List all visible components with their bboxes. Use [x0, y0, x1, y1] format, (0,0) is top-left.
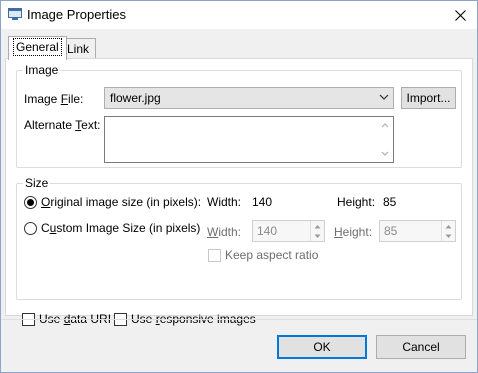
- import-button[interactable]: Import...: [401, 87, 456, 109]
- image-group-title: Image: [23, 63, 61, 77]
- scroll-up-button[interactable]: [378, 118, 392, 132]
- close-icon: [454, 9, 466, 21]
- keep-aspect-ratio-checkbox[interactable]: [208, 249, 221, 262]
- custom-height-value: 85: [384, 224, 398, 238]
- custom-size-radio[interactable]: [24, 222, 37, 235]
- general-tab-panel: Image Image File: flower.jpg Import... A…: [5, 58, 473, 326]
- tab-link-label: Link: [67, 42, 90, 56]
- original-size-label[interactable]: Original image size (in pixels):: [41, 195, 201, 209]
- image-group: Image Image File: flower.jpg Import... A…: [16, 63, 462, 168]
- image-properties-dialog: Image Properties General Link Image Imag…: [0, 0, 478, 373]
- close-button[interactable]: [443, 1, 477, 29]
- custom-width-label: Width:: [207, 225, 242, 239]
- custom-height-stepper[interactable]: 85: [379, 220, 456, 242]
- chevron-down-icon: [379, 94, 389, 100]
- tab-control: General Link Image Image File: flower.jp…: [1, 29, 477, 326]
- scroll-down-icon: [381, 151, 389, 156]
- app-window-icon: [8, 8, 22, 20]
- tab-general-label: General: [13, 38, 62, 56]
- custom-size-label[interactable]: Custom Image Size (in pixels): [41, 221, 200, 235]
- custom-width-stepper[interactable]: 140: [252, 220, 325, 242]
- image-file-combobox[interactable]: flower.jpg: [104, 87, 394, 109]
- spin-up-icon[interactable]: [311, 221, 324, 231]
- scroll-down-button[interactable]: [378, 147, 392, 161]
- title-bar[interactable]: Image Properties: [1, 1, 477, 29]
- import-button-label: Import...: [406, 91, 451, 105]
- original-height-value: 85: [383, 195, 397, 209]
- size-group: Size Original image size (in pixels): Wi…: [16, 176, 462, 300]
- ok-button[interactable]: OK: [277, 335, 367, 359]
- custom-width-spin-buttons[interactable]: [310, 221, 324, 241]
- custom-width-value: 140: [257, 224, 278, 238]
- original-width-value: 140: [252, 195, 273, 209]
- size-group-title: Size: [23, 176, 51, 190]
- spin-up-icon[interactable]: [442, 221, 455, 231]
- footer-divider: [1, 319, 477, 320]
- original-height-label: Height:: [337, 195, 376, 209]
- keep-aspect-ratio-label: Keep aspect ratio: [225, 248, 319, 262]
- ok-button-label: OK: [313, 340, 331, 354]
- cancel-button[interactable]: Cancel: [376, 335, 466, 359]
- window-title: Image Properties: [27, 7, 126, 22]
- spin-down-icon[interactable]: [311, 231, 324, 241]
- image-file-label: Image File:: [24, 92, 84, 106]
- scroll-up-icon: [381, 123, 389, 128]
- original-width-label: Width:: [207, 195, 242, 209]
- original-size-radio[interactable]: [24, 196, 37, 209]
- custom-height-label: Height:: [334, 225, 373, 239]
- spin-down-icon[interactable]: [442, 231, 455, 241]
- tab-general[interactable]: General: [8, 36, 67, 60]
- alternate-text-field[interactable]: [104, 116, 394, 163]
- image-file-value: flower.jpg: [110, 91, 161, 105]
- cancel-button-label: Cancel: [402, 340, 440, 354]
- alternate-text-label: Alternate Text:: [24, 118, 101, 132]
- custom-height-spin-buttons[interactable]: [441, 221, 455, 241]
